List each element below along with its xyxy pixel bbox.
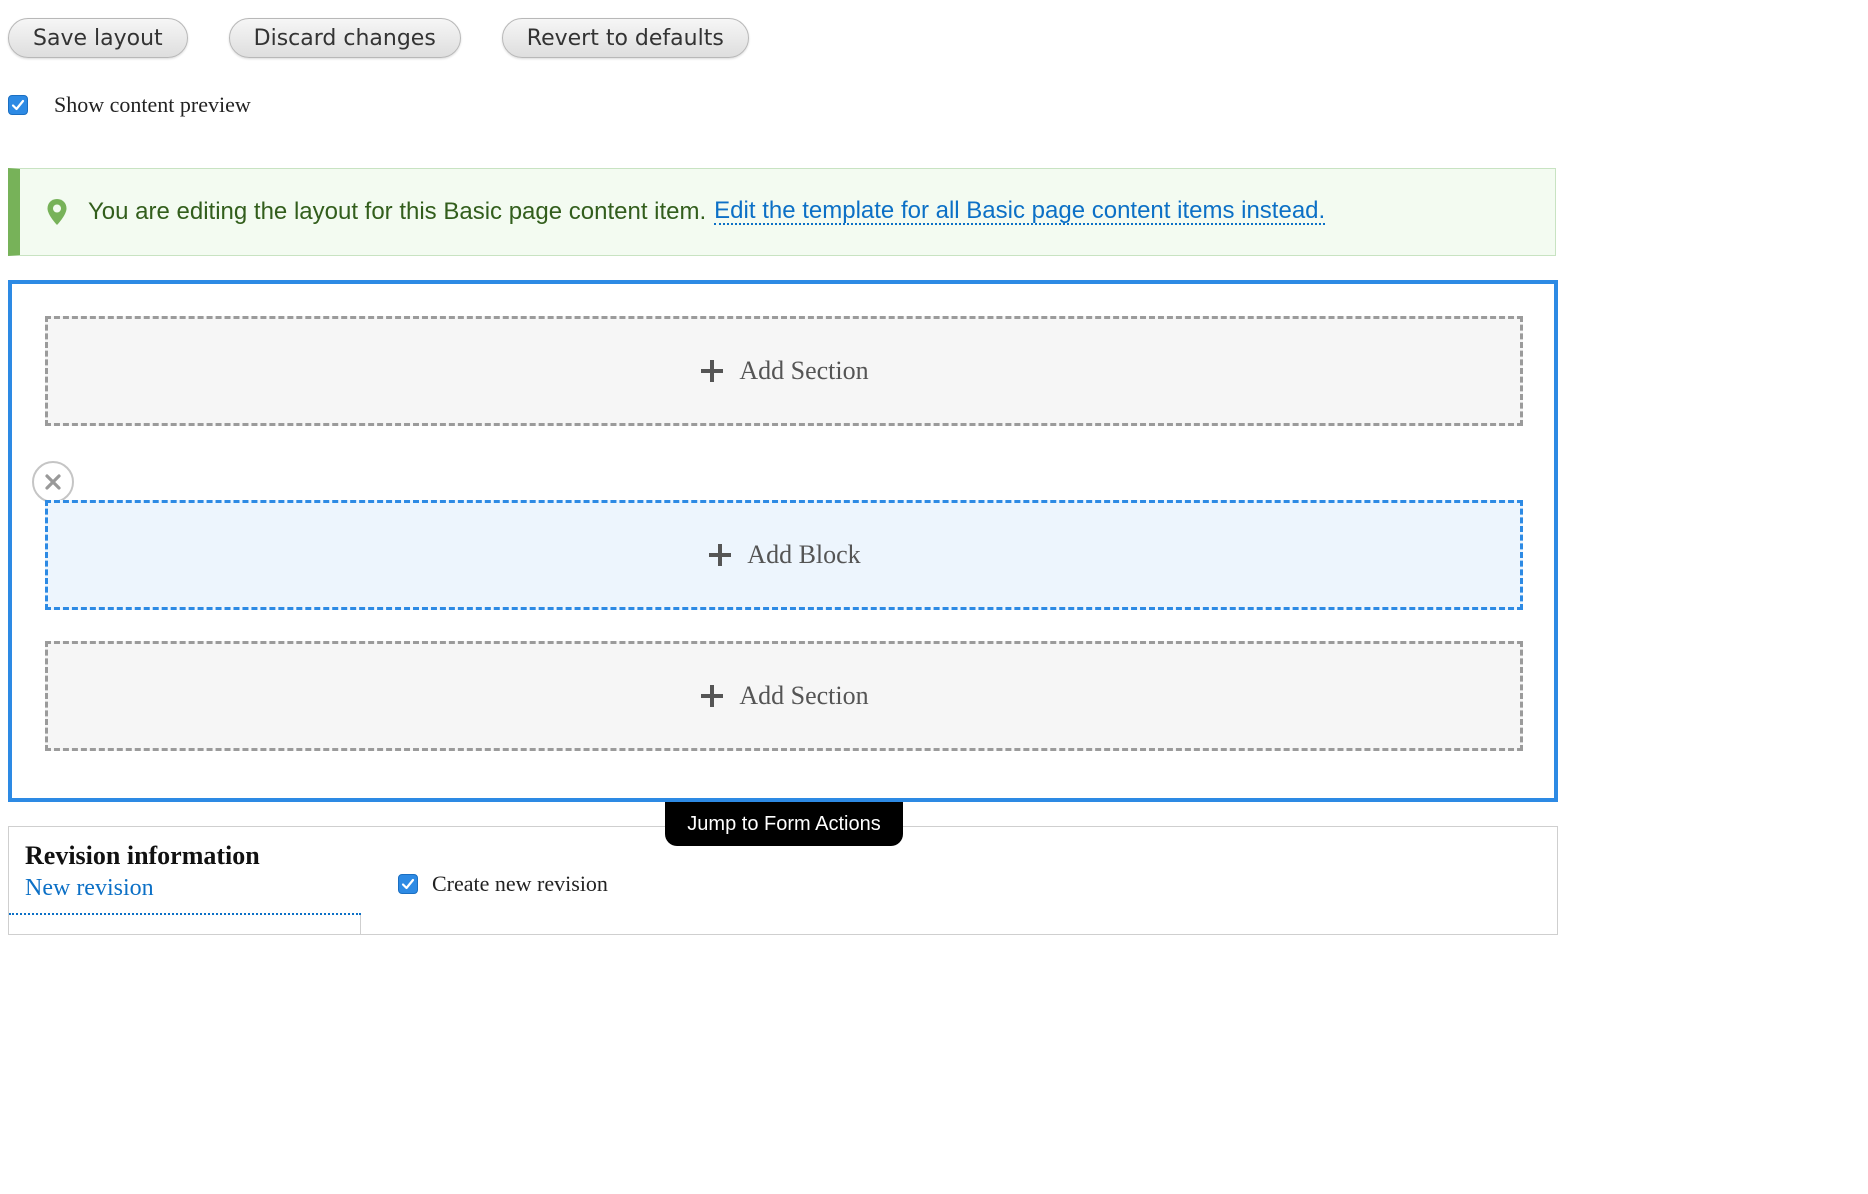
close-icon: [45, 474, 61, 490]
show-content-preview-row: Show content preview: [8, 92, 251, 118]
revision-summary-link[interactable]: New revision: [25, 875, 361, 902]
checkmark-icon: [401, 878, 415, 890]
discard-changes-button[interactable]: Discard changes: [228, 18, 461, 58]
revision-information-title: Revision information: [25, 841, 260, 870]
revision-pane-divider: [360, 915, 361, 935]
checkmark-icon: [11, 99, 25, 111]
show-content-preview-label: Show content preview: [54, 92, 251, 117]
plus-icon: [701, 360, 724, 382]
add-section-top-label: Add Section: [739, 356, 869, 385]
add-section-top-button[interactable]: Add Section: [45, 316, 1523, 426]
add-block-label: Add Block: [747, 540, 861, 569]
revision-information-tab[interactable]: Revision information New revision: [9, 827, 361, 915]
plus-icon: [701, 685, 724, 707]
edit-template-link[interactable]: Edit the template for all Basic page con…: [714, 199, 1326, 225]
show-content-preview-checkbox[interactable]: [8, 95, 28, 115]
jump-to-form-actions-link[interactable]: Jump to Form Actions: [665, 802, 903, 846]
save-layout-button[interactable]: Save layout: [8, 18, 188, 58]
map-pin-icon: [47, 199, 67, 225]
create-new-revision-checkbox[interactable]: [398, 874, 418, 894]
remove-section-button[interactable]: [32, 461, 74, 503]
layout-builder-region: Add Section Add Block Add Section: [8, 280, 1558, 802]
layout-actions: Save layout Discard changes Revert to de…: [8, 18, 749, 58]
revert-to-defaults-button[interactable]: Revert to defaults: [501, 18, 749, 58]
plus-icon: [709, 544, 732, 566]
add-block-button[interactable]: Add Block: [45, 500, 1523, 610]
add-section-bottom-button[interactable]: Add Section: [45, 641, 1523, 751]
add-section-bottom-label: Add Section: [739, 681, 869, 710]
create-new-revision-label: Create new revision: [432, 871, 608, 896]
status-message-text: You are editing the layout for this Basi…: [88, 198, 707, 225]
create-new-revision-row: Create new revision: [398, 871, 608, 897]
status-message: You are editing the layout for this Basi…: [8, 168, 1556, 256]
